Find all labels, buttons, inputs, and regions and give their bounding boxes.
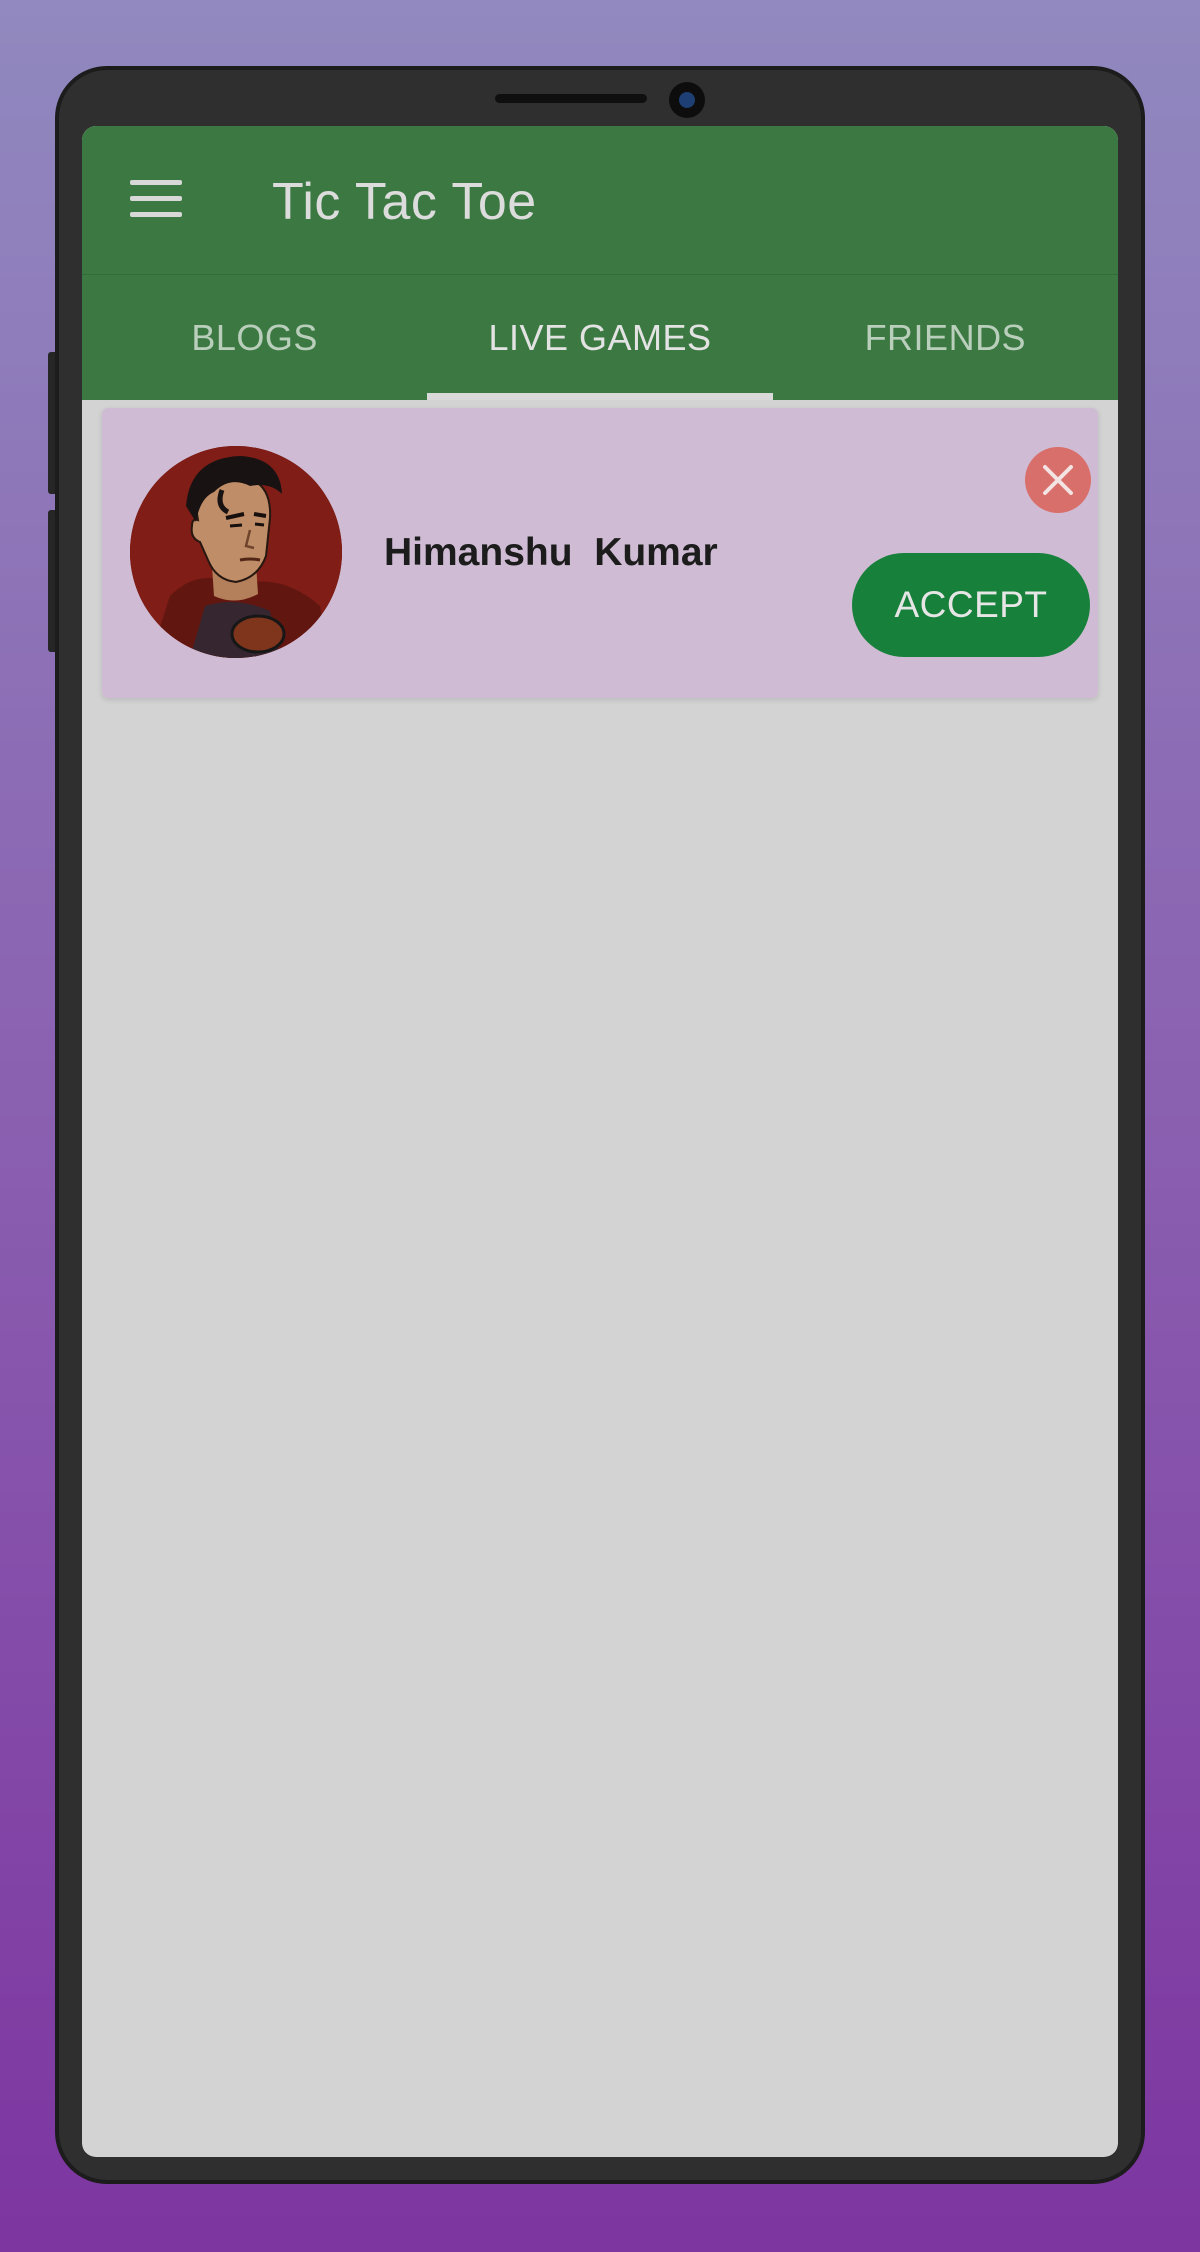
tab-blogs[interactable]: BLOGS (82, 275, 427, 400)
avatar-image (130, 446, 342, 658)
app-title: Tic Tac Toe (272, 173, 537, 231)
app-screen: Tic Tac Toe BLOGS LIVE GAMES FRIENDS Him… (82, 126, 1118, 2157)
app-bar: Tic Tac Toe (82, 126, 1118, 275)
phone-speaker (495, 94, 647, 103)
hamburger-menu-icon[interactable] (130, 180, 182, 218)
accept-button[interactable]: ACCEPT (852, 553, 1090, 657)
tab-bar: BLOGS LIVE GAMES FRIENDS (82, 275, 1118, 400)
tab-friends[interactable]: FRIENDS (773, 275, 1118, 400)
close-icon (1043, 465, 1073, 495)
camera-icon (669, 82, 705, 118)
tab-live-games[interactable]: LIVE GAMES (427, 275, 773, 400)
player-name: Himanshu Kumar (384, 531, 718, 574)
game-invite-card: Himanshu Kumar ACCEPT (102, 408, 1098, 698)
decline-button[interactable] (1025, 447, 1091, 513)
avatar (130, 446, 342, 658)
